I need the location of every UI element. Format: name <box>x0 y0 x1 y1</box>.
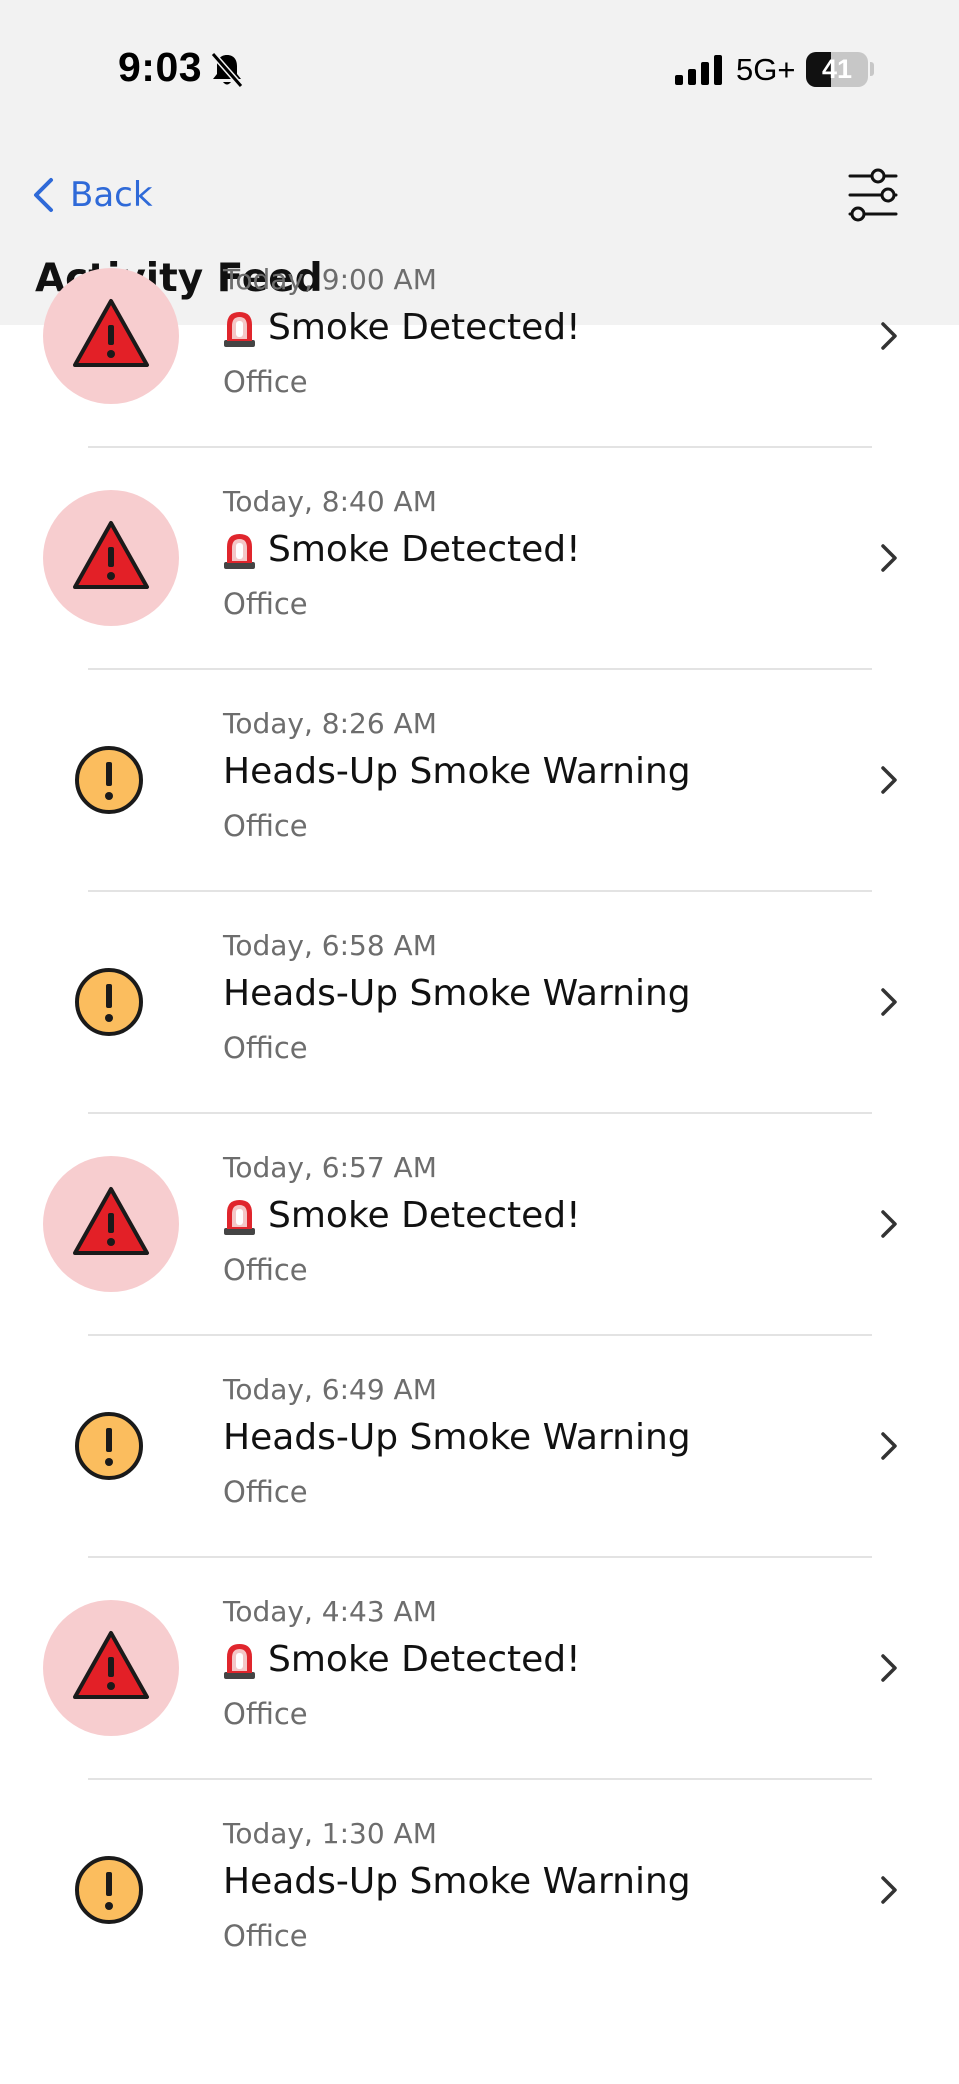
feed-item-warning[interactable]: Today, 8:26 AM Heads-Up Smoke Warning Offi… <box>0 669 959 892</box>
chevron-right-icon <box>881 766 897 794</box>
feed-item-title-row: Smoke Detected! <box>223 1195 581 1236</box>
alarm-icon-badge <box>43 1156 179 1292</box>
police-light-emoji-icon <box>224 1199 255 1235</box>
sliders-icon[interactable] <box>848 168 898 222</box>
triangle-alert-icon <box>73 299 149 367</box>
feed-item-warning[interactable]: Today, 6:49 AM Heads-Up Smoke Warning Offi… <box>0 1335 959 1558</box>
feed-item-location: Office <box>223 1031 308 1065</box>
feed-item-title: Heads-Up Smoke Warning <box>223 751 691 792</box>
feed-item-location: Office <box>223 809 308 843</box>
feed-item-location: Office <box>223 1697 308 1731</box>
feed-item-location: Office <box>223 1919 308 1953</box>
feed-item-title: Heads-Up Smoke Warning <box>223 1861 691 1902</box>
exclamation-circle-icon <box>75 746 143 814</box>
chevron-right-icon <box>881 1210 897 1238</box>
battery-tip <box>870 62 874 76</box>
feed-item-location: Office <box>223 587 308 621</box>
exclamation-circle-icon <box>75 968 143 1036</box>
police-light-emoji-icon <box>224 311 255 347</box>
feed-item-title-row: Heads-Up Smoke Warning <box>223 1417 691 1458</box>
police-light-emoji-icon <box>224 533 255 569</box>
chevron-right-icon <box>881 544 897 572</box>
feed-item-time: Today, 9:00 AM <box>223 263 437 296</box>
network-type: 5G+ <box>736 52 796 87</box>
triangle-alert-icon <box>73 521 149 589</box>
feed-item-title: Smoke Detected! <box>268 307 581 348</box>
feed-item-title-row: Smoke Detected! <box>223 307 581 348</box>
alarm-icon-badge <box>43 1600 179 1736</box>
exclamation-circle-icon <box>75 1856 143 1924</box>
battery-percent: 41 <box>821 54 853 84</box>
chevron-right-icon <box>881 1654 897 1682</box>
feed-item-title: Heads-Up Smoke Warning <box>223 1417 691 1458</box>
feed-item-title-row: Heads-Up Smoke Warning <box>223 1861 691 1902</box>
feed-item-title-row: Heads-Up Smoke Warning <box>223 973 691 1014</box>
feed-item-alarm[interactable]: Today, 9:00 AM Smoke Detected! Office <box>0 225 959 448</box>
triangle-alert-icon <box>73 1631 149 1699</box>
back-button[interactable]: Back <box>32 170 153 220</box>
chevron-right-icon <box>881 1876 897 1904</box>
feed-item-title-row: Heads-Up Smoke Warning <box>223 751 691 792</box>
feed-item-title: Smoke Detected! <box>268 1639 581 1680</box>
feed-item-time: Today, 6:58 AM <box>223 929 437 962</box>
feed-item-alarm[interactable]: Today, 8:40 AM Smoke Detected! Office <box>0 447 959 670</box>
feed-item-title: Heads-Up Smoke Warning <box>223 973 691 1014</box>
chevron-right-icon <box>881 1432 897 1460</box>
feed-item-title: Smoke Detected! <box>268 1195 581 1236</box>
feed-item-warning[interactable]: Today, 1:30 AM Heads-Up Smoke Warning Offi… <box>0 1779 959 2001</box>
feed-item-time: Today, 8:26 AM <box>223 707 437 740</box>
bell-off-icon <box>210 52 244 88</box>
alarm-icon-badge <box>43 268 179 404</box>
police-light-emoji-icon <box>224 1643 255 1679</box>
feed-item-time: Today, 6:49 AM <box>223 1373 437 1406</box>
feed-item-title-row: Smoke Detected! <box>223 529 581 570</box>
feed-item-location: Office <box>223 365 308 399</box>
chevron-right-icon <box>881 322 897 350</box>
battery-icon: 41 <box>806 52 868 87</box>
feed-item-title: Smoke Detected! <box>268 529 581 570</box>
feed-item-time: Today, 4:43 AM <box>223 1595 437 1628</box>
feed-item-location: Office <box>223 1475 308 1509</box>
chevron-right-icon <box>881 988 897 1016</box>
feed-item-location: Office <box>223 1253 308 1287</box>
feed-item-title-row: Smoke Detected! <box>223 1639 581 1680</box>
feed-item-time: Today, 6:57 AM <box>223 1151 437 1184</box>
back-label: Back <box>70 175 153 215</box>
status-time: 9:03 <box>118 44 203 90</box>
feed-item-time: Today, 8:40 AM <box>223 485 437 518</box>
cellular-signal-icon <box>675 55 722 85</box>
feed-item-warning[interactable]: Today, 6:58 AM Heads-Up Smoke Warning Offi… <box>0 891 959 1114</box>
feed-item-alarm[interactable]: Today, 6:57 AM Smoke Detected! Office <box>0 1113 959 1336</box>
feed-item-time: Today, 1:30 AM <box>223 1817 437 1850</box>
feed-item-alarm[interactable]: Today, 4:43 AM Smoke Detected! Office <box>0 1557 959 1780</box>
exclamation-circle-icon <box>75 1412 143 1480</box>
alarm-icon-badge <box>43 490 179 626</box>
triangle-alert-icon <box>73 1187 149 1255</box>
chevron-left-icon <box>34 178 53 212</box>
